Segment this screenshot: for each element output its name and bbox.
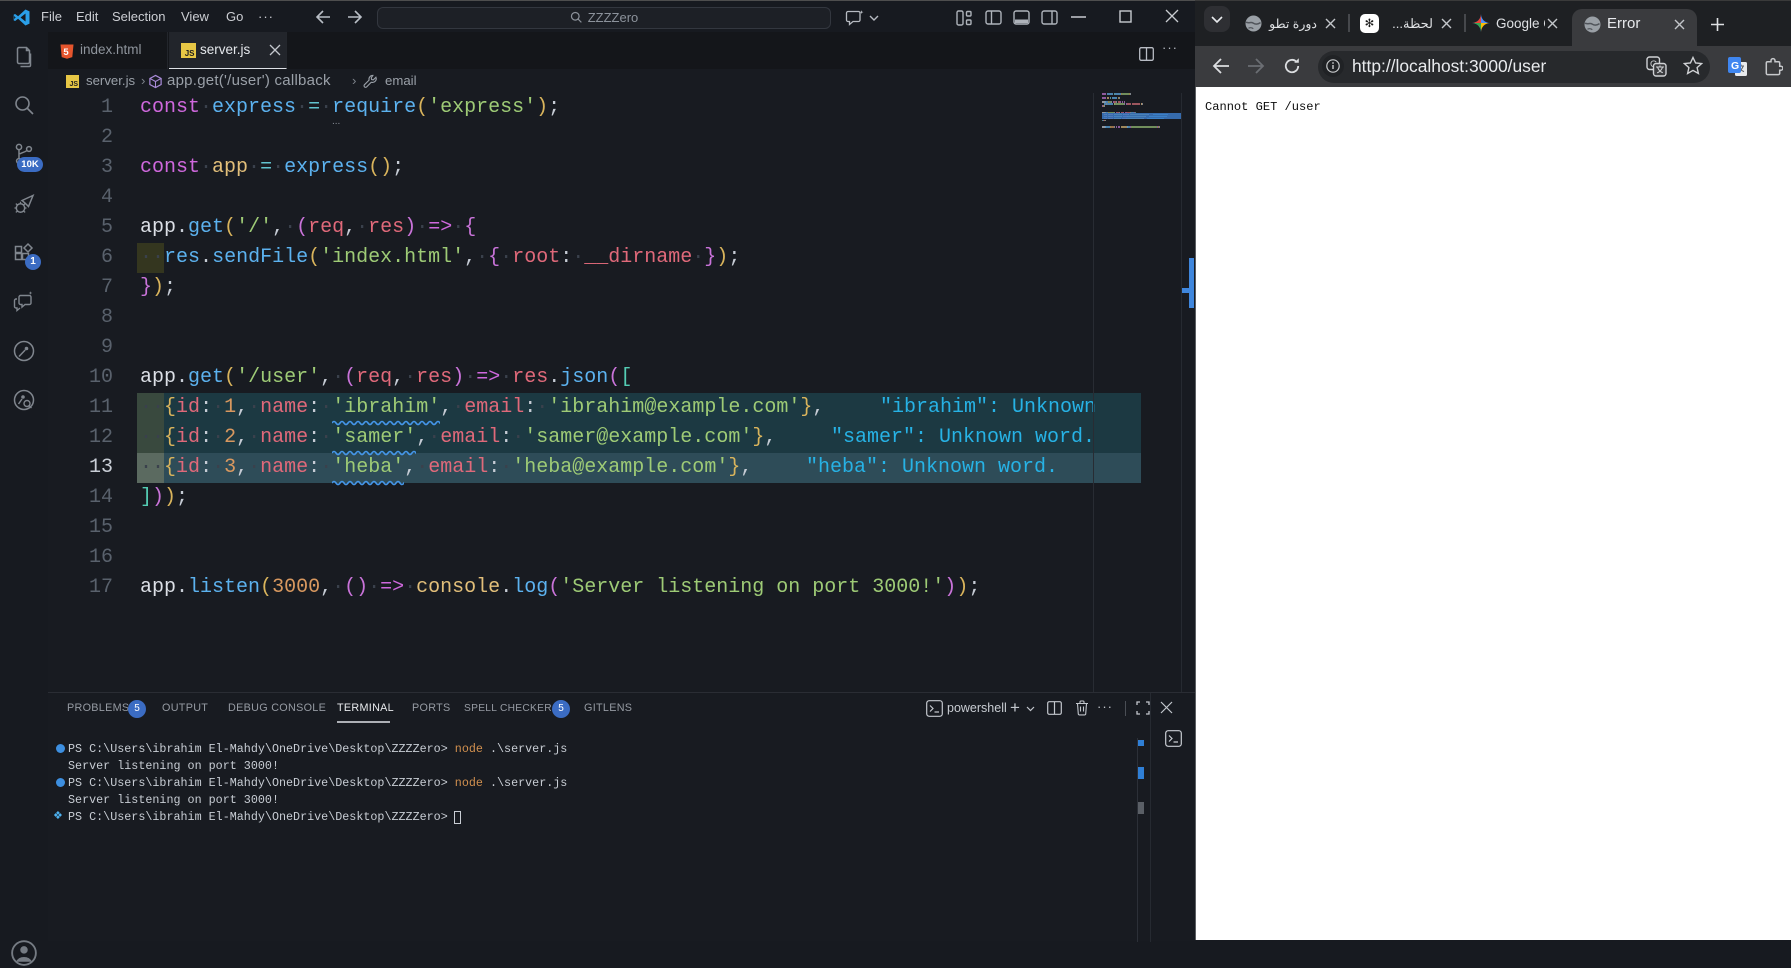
svg-text:G: G bbox=[1731, 60, 1739, 72]
svg-text:5: 5 bbox=[63, 47, 69, 58]
